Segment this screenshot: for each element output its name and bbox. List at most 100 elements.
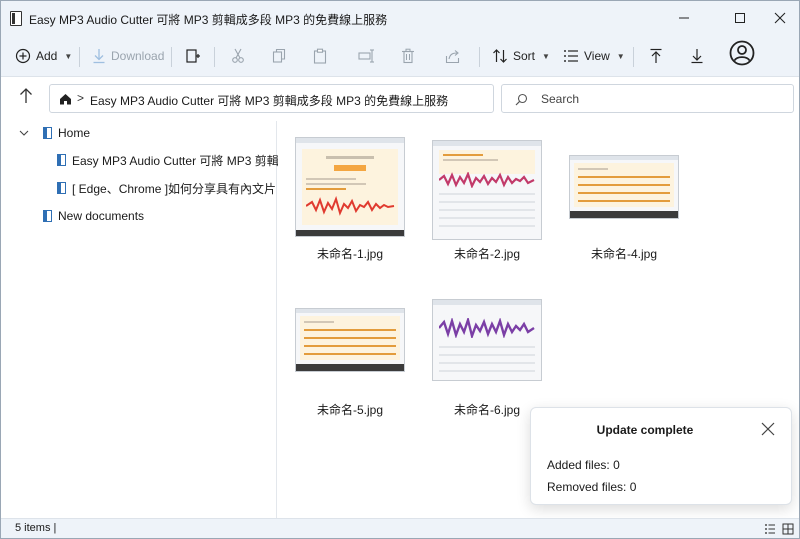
- search-icon: [515, 93, 528, 106]
- up-arrow-icon[interactable]: [18, 87, 34, 105]
- removed-files-value: 0: [629, 480, 637, 494]
- file-tile[interactable]: 未命名-5.jpg: [295, 308, 405, 417]
- status-bar: 5 items |: [1, 518, 799, 538]
- waveform-graphic: [439, 318, 535, 338]
- new-item-button[interactable]: [185, 43, 201, 69]
- toolbar-divider: [214, 47, 215, 67]
- update-notification: Update complete Added files: 0 Removed f…: [530, 407, 792, 505]
- minimize-button[interactable]: [661, 1, 707, 35]
- close-icon: [774, 12, 786, 24]
- sort-button[interactable]: Sort ▼: [492, 43, 550, 69]
- upload-button[interactable]: [649, 43, 663, 69]
- breadcrumb-separator-icon: >: [77, 91, 85, 105]
- document-icon: [57, 182, 66, 194]
- user-avatar-icon: [729, 40, 755, 66]
- app-icon: [10, 11, 22, 26]
- sort-icon: [493, 49, 507, 63]
- toolbar-divider: [171, 47, 172, 67]
- view-button[interactable]: View ▼: [563, 43, 625, 69]
- share-icon: [445, 50, 460, 64]
- nav-item-easy-mp3[interactable]: Easy MP3 Audio Cutter 可將 MP3 剪輯: [57, 150, 279, 170]
- file-name: 未命名-5.jpg: [316, 403, 384, 417]
- add-button-label: Add: [36, 49, 58, 63]
- file-name: 未命名-1.jpg: [316, 247, 384, 261]
- document-icon: [57, 154, 66, 166]
- image-thumbnail: [432, 140, 542, 240]
- clipboard-icon: [313, 48, 327, 64]
- download-button[interactable]: Download: [92, 43, 164, 69]
- plus-circle-icon: [15, 48, 31, 64]
- chevron-down-icon: ▼: [542, 51, 550, 61]
- waveform-graphic: [439, 172, 535, 188]
- nav-item-label: Easy MP3 Audio Cutter 可將 MP3 剪輯: [72, 153, 279, 168]
- document-icon: [43, 127, 52, 139]
- nav-item-label: Home: [58, 126, 91, 140]
- added-files-line: Added files: 0: [547, 458, 620, 472]
- upload-arrow-icon: [650, 48, 662, 63]
- window-title: Easy MP3 Audio Cutter 可將 MP3 剪輯成多段 MP3 的…: [29, 13, 388, 27]
- removed-files-line: Removed files: 0: [547, 480, 636, 494]
- file-tile[interactable]: 未命名-1.jpg: [295, 137, 405, 261]
- file-tile[interactable]: 未命名-2.jpg: [432, 140, 542, 261]
- download-arrow-icon: [691, 49, 703, 64]
- view-button-label: View: [584, 49, 610, 63]
- paste-button[interactable]: [313, 43, 327, 69]
- document-icon: [43, 210, 52, 222]
- removed-files-label: Removed files:: [547, 480, 627, 494]
- cut-button[interactable]: [231, 43, 245, 69]
- image-thumbnail: [432, 299, 542, 381]
- account-button[interactable]: [729, 40, 755, 66]
- large-icons-view-icon[interactable]: [782, 523, 794, 535]
- file-tile[interactable]: 未命名-6.jpg: [432, 299, 542, 417]
- download-button-label: Download: [111, 49, 165, 63]
- breadcrumb-path[interactable]: Easy MP3 Audio Cutter 可將 MP3 剪輯成多段 MP3 的…: [90, 92, 448, 109]
- maximize-icon: [735, 13, 745, 23]
- file-name: 未命名-2.jpg: [453, 247, 521, 261]
- command-toolbar: Add ▼ Download Sort ▼ View ▼: [1, 35, 799, 77]
- trash-icon: [402, 48, 414, 64]
- download-icon: [93, 49, 105, 64]
- image-thumbnail: [295, 308, 405, 372]
- chevron-down-icon: ▼: [64, 51, 73, 61]
- toolbar-divider: [479, 47, 480, 67]
- nav-item-home[interactable]: Home: [19, 123, 90, 143]
- add-button[interactable]: Add ▼: [15, 43, 72, 69]
- address-bar[interactable]: > Easy MP3 Audio Cutter 可將 MP3 剪輯成多段 MP3…: [49, 84, 494, 113]
- share-button[interactable]: [445, 43, 461, 69]
- rename-icon: [358, 49, 374, 63]
- toolbar-divider: [633, 47, 634, 67]
- home-icon: [60, 94, 71, 105]
- file-explorer-window: Easy MP3 Audio Cutter 可將 MP3 剪輯成多段 MP3 的…: [0, 0, 800, 539]
- new-item-icon: [186, 49, 200, 63]
- nav-item-new-documents[interactable]: New documents: [43, 206, 144, 226]
- title-bar: Easy MP3 Audio Cutter 可將 MP3 剪輯成多段 MP3 的…: [1, 1, 799, 35]
- copy-button[interactable]: [272, 43, 286, 69]
- download-arrow-button[interactable]: [690, 43, 704, 69]
- close-button[interactable]: [757, 1, 800, 35]
- copy-icon: [272, 48, 286, 63]
- item-count: 5 items |: [15, 522, 57, 534]
- added-files-label: Added files:: [547, 458, 610, 472]
- nav-item-edge-chrome[interactable]: [ Edge、Chrome ]如何分享具有內文片: [57, 178, 276, 198]
- close-icon[interactable]: [760, 421, 776, 437]
- nav-item-label: [ Edge、Chrome ]如何分享具有內文片: [72, 181, 277, 196]
- waveform-graphic: [306, 196, 395, 216]
- navigation-pane: Home Easy MP3 Audio Cutter 可將 MP3 剪輯 [ E…: [1, 121, 279, 518]
- image-thumbnail: [295, 137, 405, 237]
- scissors-icon: [232, 48, 244, 63]
- search-input[interactable]: Search: [541, 92, 579, 106]
- chevron-down-icon: [19, 130, 29, 136]
- toolbar-divider: [79, 47, 80, 67]
- file-name: 未命名-4.jpg: [590, 247, 658, 261]
- delete-button[interactable]: [401, 43, 415, 69]
- search-box[interactable]: Search: [501, 84, 794, 113]
- details-view-icon[interactable]: [764, 523, 776, 535]
- list-view-icon: [564, 50, 578, 62]
- chevron-down-icon: ▼: [616, 51, 625, 61]
- notification-title: Update complete: [596, 423, 694, 437]
- rename-button[interactable]: [358, 43, 376, 69]
- nav-item-label: New documents: [58, 209, 145, 223]
- file-tile[interactable]: 未命名-4.jpg: [569, 155, 679, 261]
- image-thumbnail: [569, 155, 679, 219]
- added-files-value: 0: [613, 458, 620, 472]
